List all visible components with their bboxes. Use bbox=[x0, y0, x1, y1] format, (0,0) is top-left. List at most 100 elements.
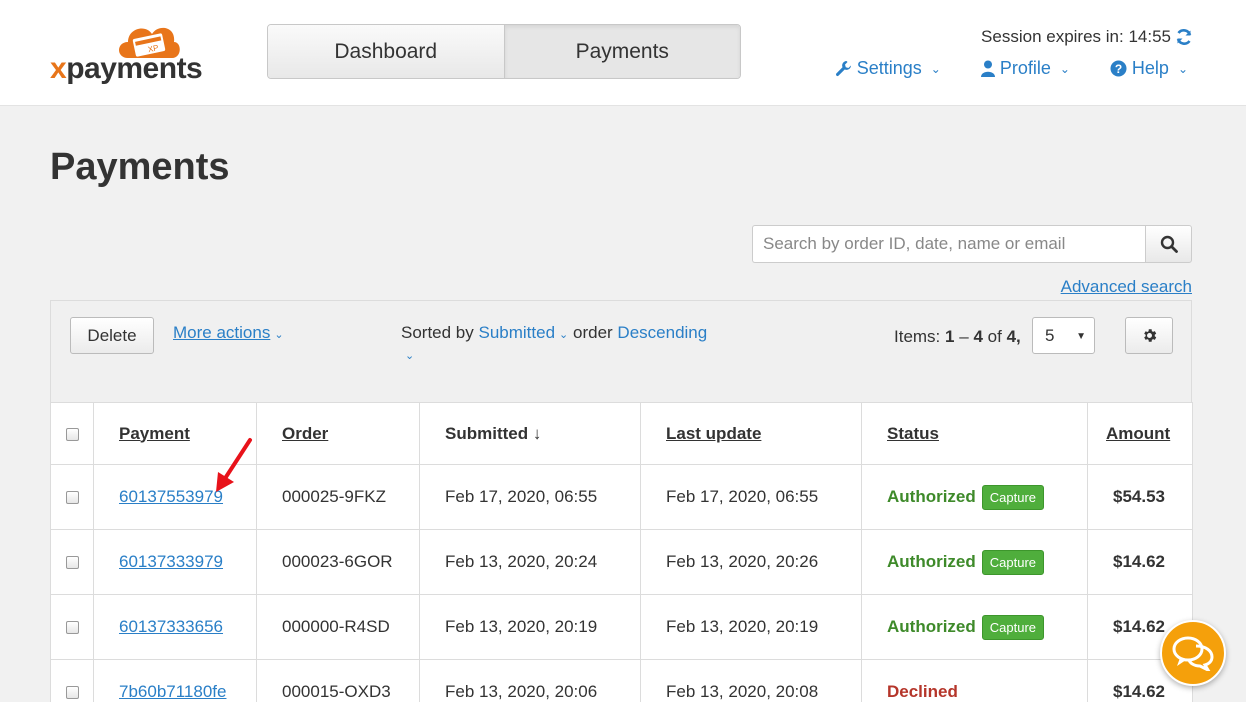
per-page-select[interactable]: 5 ▼ bbox=[1032, 317, 1095, 354]
payment-id-cell: 60137333979 bbox=[93, 529, 257, 595]
refresh-icon[interactable] bbox=[1175, 28, 1193, 46]
row-select-cell bbox=[50, 464, 94, 530]
col-header-order-label: Order bbox=[282, 423, 329, 443]
submitted-cell: Feb 13, 2020, 20:06 bbox=[419, 659, 641, 702]
order-id-cell: 000025-9FKZ bbox=[256, 464, 420, 530]
advanced-search-link[interactable]: Advanced search bbox=[1061, 277, 1192, 297]
row-select-cell bbox=[50, 659, 94, 702]
col-header-amount[interactable]: Amount bbox=[1087, 402, 1193, 465]
submitted-cell: Feb 13, 2020, 20:24 bbox=[419, 529, 641, 595]
items-total: 4, bbox=[1006, 327, 1021, 346]
status-cell: Authorized Capture bbox=[861, 594, 1088, 660]
sort-order-dropdown[interactable]: Descending bbox=[617, 323, 707, 342]
chevron-down-icon: ⌄ bbox=[1059, 61, 1070, 76]
col-header-order[interactable]: Order bbox=[256, 402, 420, 465]
col-header-payment-label: Payment bbox=[119, 423, 190, 443]
chevron-down-icon[interactable]: ⌄ bbox=[405, 349, 414, 362]
chevron-down-icon: ⌄ bbox=[559, 329, 569, 341]
wrench-icon bbox=[835, 61, 851, 77]
sort-controls: Sorted by Submitted ⌄ order Descending bbox=[401, 323, 707, 343]
status-cell: Declined bbox=[861, 659, 1088, 702]
session-text: Session expires in: 14:55 bbox=[981, 27, 1171, 46]
search-bar bbox=[752, 225, 1192, 263]
user-icon bbox=[980, 60, 995, 77]
chat-widget-button[interactable] bbox=[1160, 620, 1226, 686]
order-id-cell: 000000-R4SD bbox=[256, 594, 420, 660]
order-label: order bbox=[573, 323, 613, 342]
status-cell: Authorized Capture bbox=[861, 529, 1088, 595]
sorted-by-label: Sorted by bbox=[401, 323, 474, 342]
search-input[interactable] bbox=[752, 225, 1145, 263]
chevron-down-icon: ⌄ bbox=[274, 329, 284, 341]
delete-button[interactable]: Delete bbox=[70, 317, 154, 354]
capture-button[interactable]: Capture bbox=[981, 549, 1045, 575]
payment-id-cell: 7b60b71180fe bbox=[93, 659, 257, 702]
row-checkbox[interactable] bbox=[65, 686, 79, 700]
status-text: Declined bbox=[887, 682, 958, 701]
search-icon bbox=[1160, 235, 1178, 253]
chevron-down-icon: ⌄ bbox=[930, 61, 941, 76]
profile-label: Profile bbox=[999, 58, 1051, 78]
amount-cell: $54.53 bbox=[1087, 464, 1193, 530]
svg-text:?: ? bbox=[1115, 62, 1122, 76]
capture-button[interactable]: Capture bbox=[981, 484, 1045, 510]
settings-menu[interactable]: Settings ⌄ bbox=[835, 58, 941, 79]
gear-icon bbox=[1143, 329, 1156, 342]
payment-id-link[interactable]: 60137333656 bbox=[119, 617, 223, 636]
table-row: 60137333979 000023-6GOR Feb 13, 2020, 20… bbox=[50, 529, 1193, 595]
payment-id-link[interactable]: 60137333979 bbox=[119, 552, 223, 571]
table-row: 7b60b71180fe 000015-OXD3 Feb 13, 2020, 2… bbox=[50, 659, 1193, 702]
row-select-cell bbox=[50, 529, 94, 595]
order-id-cell: 000015-OXD3 bbox=[256, 659, 420, 702]
status-text: Authorized bbox=[887, 486, 976, 506]
chat-bubbles-icon bbox=[1172, 636, 1214, 671]
list-toolbar: Delete More actions ⌄ Sorted by Submitted… bbox=[51, 301, 1191, 402]
select-all-cell bbox=[50, 402, 94, 465]
row-checkbox[interactable] bbox=[65, 491, 79, 505]
last-update-cell: Feb 17, 2020, 06:55 bbox=[640, 464, 862, 530]
col-header-amount-label: Amount bbox=[1106, 423, 1171, 443]
status-text: Authorized bbox=[887, 616, 976, 636]
col-header-status-label: Status bbox=[887, 423, 939, 443]
payment-id-cell: 60137333656 bbox=[93, 594, 257, 660]
settings-label: Settings bbox=[856, 58, 922, 78]
logo-wordmark-rest: payments bbox=[66, 52, 203, 85]
items-dash: – bbox=[959, 327, 969, 346]
logo-wordmark: xpayments bbox=[50, 52, 203, 86]
col-header-submitted[interactable]: Submitted ↓ bbox=[419, 402, 641, 465]
logo-wordmark-x: x bbox=[50, 52, 67, 85]
col-header-status[interactable]: Status bbox=[861, 402, 1088, 465]
more-actions-dropdown[interactable]: More actions ⌄ bbox=[173, 323, 284, 343]
top-header: XP xpayments Dashboard Payments Session … bbox=[0, 0, 1246, 106]
search-button[interactable] bbox=[1145, 225, 1192, 263]
payment-id-link[interactable]: 60137553979 bbox=[119, 487, 223, 506]
profile-menu[interactable]: Profile ⌄ bbox=[980, 58, 1070, 79]
row-checkbox[interactable] bbox=[65, 556, 79, 570]
col-header-last-update[interactable]: Last update bbox=[640, 402, 862, 465]
payment-id-link[interactable]: 7b60b71180fe bbox=[119, 682, 226, 701]
status-text: Authorized bbox=[887, 551, 976, 571]
row-checkbox[interactable] bbox=[65, 621, 79, 635]
last-update-cell: Feb 13, 2020, 20:19 bbox=[640, 594, 862, 660]
session-timer: Session expires in: 14:55 bbox=[981, 27, 1193, 47]
order-id-cell: 000023-6GOR bbox=[256, 529, 420, 595]
tab-payments[interactable]: Payments bbox=[503, 25, 740, 78]
xpayments-logo[interactable]: XP xpayments bbox=[50, 18, 220, 90]
col-header-last-update-label: Last update bbox=[666, 423, 762, 443]
capture-button[interactable]: Capture bbox=[981, 614, 1045, 640]
select-all-checkbox[interactable] bbox=[65, 427, 79, 441]
help-menu[interactable]: ? Help ⌄ bbox=[1110, 58, 1188, 79]
items-of: of bbox=[987, 327, 1002, 346]
more-actions-label: More actions bbox=[173, 323, 271, 342]
chevron-down-icon: ⌄ bbox=[1177, 61, 1188, 76]
settings-gear-button[interactable] bbox=[1125, 317, 1173, 354]
tab-dashboard[interactable]: Dashboard bbox=[268, 25, 504, 78]
red-arrow-icon bbox=[216, 438, 252, 492]
table-row: 60137333656 000000-R4SD Feb 13, 2020, 20… bbox=[50, 594, 1193, 660]
sort-field-dropdown[interactable]: Submitted bbox=[479, 323, 556, 342]
main-nav: Dashboard Payments bbox=[267, 24, 741, 79]
payments-panel: Delete More actions ⌄ Sorted by Submitted… bbox=[50, 300, 1193, 702]
items-to: 4 bbox=[973, 327, 983, 346]
last-update-cell: Feb 13, 2020, 20:08 bbox=[640, 659, 862, 702]
page-title: Payments bbox=[50, 146, 230, 188]
